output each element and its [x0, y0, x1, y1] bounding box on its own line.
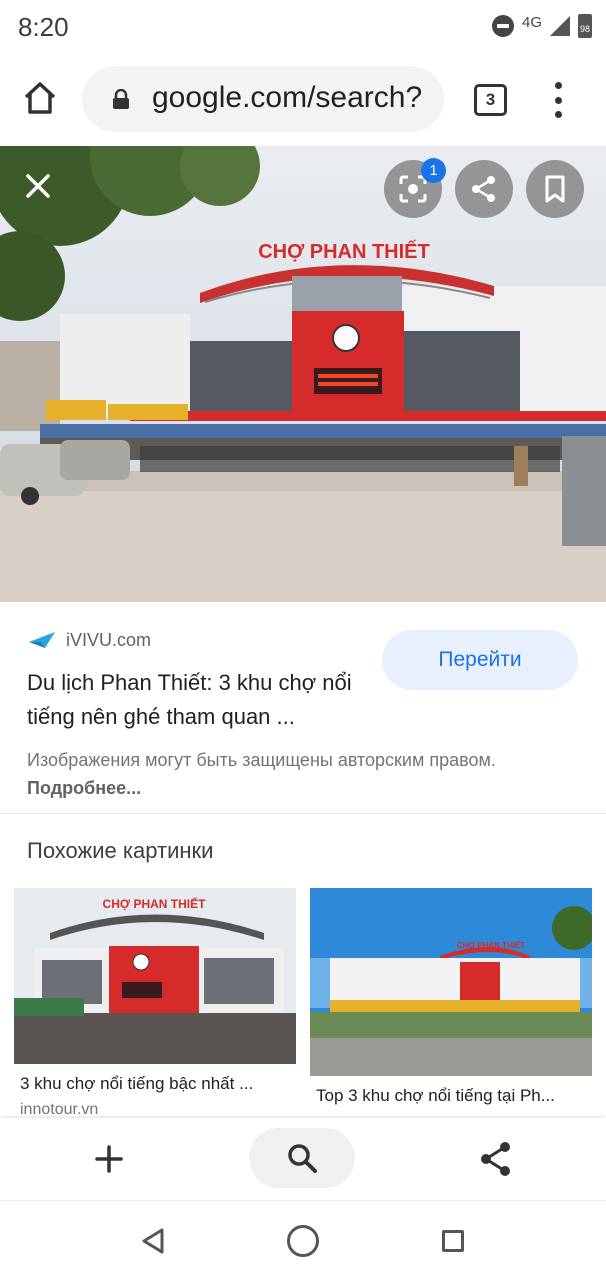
- screen: 8:20 4G 98 google.com/search? 3 CHỢ PHAN…: [0, 0, 606, 1280]
- bookmark-icon: [545, 175, 565, 203]
- search-icon: [288, 1144, 317, 1173]
- source-name[interactable]: iVIVU.com: [66, 630, 151, 651]
- result-title[interactable]: Du lịch Phan Thiết: 3 khu chợ nổi tiếng …: [27, 666, 372, 734]
- copyright-notice: Изображения могут быть защищены авторски…: [27, 746, 577, 802]
- browser-toolbar: google.com/search? 3: [0, 54, 606, 146]
- status-bar: 8:20 4G 98: [0, 0, 606, 54]
- photo-sign-text: CHỢ PHAN THIẾT: [258, 240, 430, 263]
- add-icon: [95, 1145, 123, 1173]
- similar-thumb-1[interactable]: CHỢ PHAN THIẾT: [14, 888, 296, 1064]
- lens-badge: 1: [421, 158, 446, 183]
- status-time: 8:20: [18, 12, 69, 42]
- image-viewer: CHỢ PHAN THIẾT 1: [0, 146, 606, 602]
- similar-caption-1[interactable]: 3 khu chợ nổi tiếng bậc nhất ...: [20, 1074, 292, 1094]
- similar-heading: Похожие картинки: [27, 838, 214, 863]
- visit-button[interactable]: Перейти: [382, 630, 578, 690]
- share-button-top[interactable]: [455, 160, 513, 218]
- do-not-disturb-icon: [491, 15, 514, 37]
- thumb-2-sign: CHỢ PHAN THIẾT: [457, 940, 526, 950]
- similar-source-1: innotour.vn: [20, 1101, 99, 1118]
- source-logo-icon: [29, 632, 55, 648]
- status-icons: 4G 98: [491, 13, 592, 38]
- result-info: iVIVU.com Du lịch Phan Thiết: 3 khu chợ …: [0, 602, 606, 814]
- url-text: google.com/search?: [152, 81, 423, 114]
- more-vert-icon[interactable]: [548, 82, 568, 118]
- home-circle-icon[interactable]: [287, 1225, 319, 1257]
- share-icon: [481, 1142, 510, 1176]
- search-button[interactable]: [249, 1128, 355, 1188]
- result-photo[interactable]: CHỢ PHAN THIẾT: [0, 146, 606, 602]
- similar-caption-2[interactable]: Top 3 khu chợ nổi tiếng tại Ph...: [316, 1086, 588, 1106]
- tab-switcher-button[interactable]: 3: [474, 84, 507, 116]
- home-icon: [24, 82, 56, 114]
- share-icon: [472, 176, 495, 202]
- back-icon[interactable]: [140, 1227, 166, 1255]
- battery-icon: 98: [578, 14, 592, 38]
- thumb-1-sign: CHỢ PHAN THIẾT: [103, 896, 207, 911]
- network-label: 4G: [521, 13, 542, 31]
- home-button[interactable]: [20, 78, 60, 118]
- add-button[interactable]: [92, 1142, 126, 1176]
- bookmark-button[interactable]: [526, 160, 584, 218]
- similar-thumb-2[interactable]: CHỢ PHAN THIẾT: [310, 888, 592, 1076]
- url-bar[interactable]: google.com/search?: [82, 66, 444, 132]
- share-button-bottom[interactable]: [478, 1140, 514, 1178]
- system-nav-bar: [0, 1200, 606, 1280]
- signal-icon: [550, 16, 570, 36]
- bottom-action-bar: [0, 1118, 606, 1200]
- close-button[interactable]: [18, 166, 58, 206]
- copyright-text: Изображения могут быть защищены авторски…: [27, 750, 496, 770]
- recents-icon[interactable]: [442, 1230, 464, 1252]
- close-icon: [26, 174, 50, 198]
- lock-icon: [113, 89, 129, 109]
- learn-more-link[interactable]: Подробнее...: [27, 778, 141, 798]
